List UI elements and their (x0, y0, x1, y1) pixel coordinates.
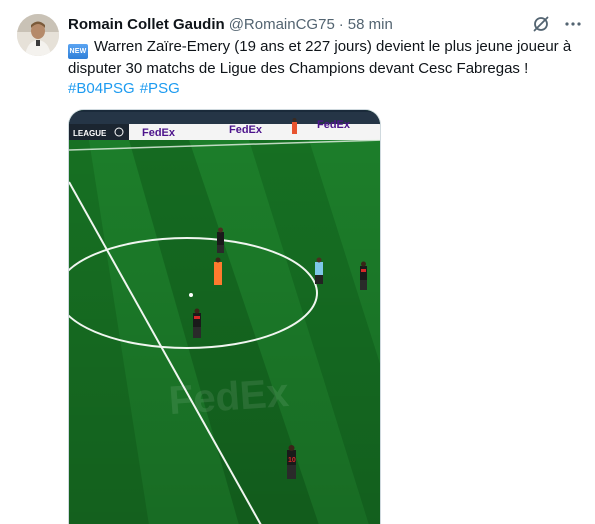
avatar-image (17, 14, 59, 56)
ad-board-text: LEAGUE (73, 129, 107, 138)
hashtag-psg[interactable]: #PSG (140, 79, 180, 99)
timestamp[interactable]: 58 min (348, 16, 393, 33)
player-keeper (292, 118, 297, 134)
player-red-4: 10 (287, 445, 296, 479)
tweet-photo[interactable]: LEAGUE FedEx FedEx FedEx FedEx 10 (68, 109, 381, 524)
football-pitch-photo: LEAGUE FedEx FedEx FedEx FedEx 10 (69, 110, 380, 524)
avatar[interactable] (17, 14, 59, 56)
sponsor-logo-2: FedEx (229, 124, 263, 136)
author-name[interactable]: Romain Collet Gaudin (68, 16, 225, 33)
grok-icon[interactable] (531, 14, 551, 34)
tweet-body: Warren Zaïre-Emery (19 ans et 227 jours)… (68, 38, 572, 77)
new-badge-icon: NEW (68, 44, 88, 59)
sponsor-logo-3: FedEx (317, 119, 351, 131)
tweet-actions (531, 14, 583, 34)
author-handle[interactable]: @RomainCG75 (229, 16, 335, 33)
sponsor-logo-1: FedEx (142, 127, 176, 139)
tweet[interactable]: Romain Collet Gaudin @RomainCG75 · 58 mi… (0, 0, 595, 524)
pitch-fedex-logo: FedEx (167, 371, 290, 423)
more-options-icon[interactable] (563, 14, 583, 34)
hashtag-list: #B04PSG #PSG (68, 79, 573, 99)
hashtag-b04psg[interactable]: #B04PSG (68, 79, 135, 99)
kit-number: 10 (288, 457, 296, 464)
tweet-text: NEW Warren Zaïre-Emery (19 ans et 227 jou… (68, 37, 573, 99)
tweet-header: Romain Collet Gaudin @RomainCG75 · 58 mi… (68, 14, 393, 34)
header-separator: · (338, 15, 344, 33)
